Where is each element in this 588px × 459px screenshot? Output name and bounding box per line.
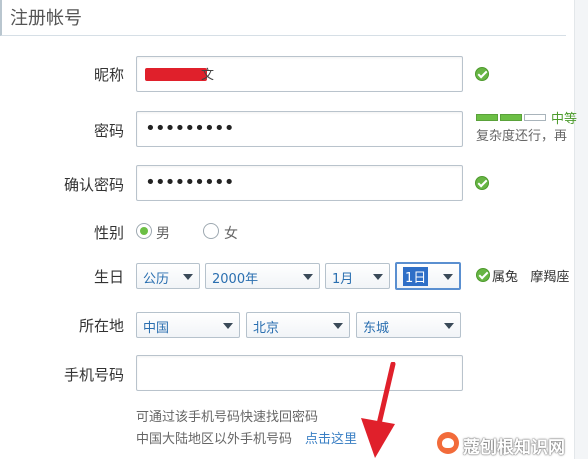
gender-label: 性别 — [93, 224, 124, 242]
birth-day-value: 1日 — [403, 267, 429, 286]
calendar-type-value: 公历 — [143, 272, 170, 287]
phone-label: 手机号码 — [63, 366, 124, 384]
confirm-valid-icon — [475, 176, 489, 190]
password-value: ••••••••• — [145, 118, 235, 139]
click-here-link[interactable]: 点击这里 — [305, 428, 357, 447]
chevron-down-icon — [373, 274, 383, 280]
gender-female-label[interactable]: 女 — [224, 223, 238, 243]
zodiac-animal: 属兔 — [492, 270, 519, 285]
phone-tip: 可通过该手机号码快速找回密码 — [136, 410, 319, 425]
province-value: 北京 — [253, 321, 280, 336]
watermark: 蔻刨根知识网 — [437, 430, 587, 458]
chevron-down-icon — [333, 323, 343, 329]
annotation-arrow-icon — [361, 362, 396, 458]
birth-year-select[interactable]: 2000年 — [205, 263, 320, 289]
location-label: 所在地 — [78, 317, 124, 335]
chevron-down-icon — [443, 274, 453, 280]
overseas-phone-tip: 中国大陆地区以外手机号码 — [136, 432, 293, 447]
district-value: 东城 — [363, 321, 390, 336]
chevron-down-icon — [223, 323, 233, 329]
birth-month-value: 1月 — [332, 272, 354, 287]
country-value: 中国 — [143, 321, 170, 336]
page-header: 注册帐号 — [0, 0, 566, 36]
birthday-label: 生日 — [93, 268, 124, 286]
province-select[interactable]: 北京 — [246, 312, 350, 338]
birth-month-select[interactable]: 1月 — [325, 263, 390, 289]
calendar-type-select[interactable]: 公历 — [136, 263, 200, 289]
phone-input[interactable] — [136, 355, 463, 391]
gender-female-radio[interactable] — [203, 223, 219, 239]
strength-segment-empty — [524, 114, 546, 121]
nickname-valid-icon — [475, 67, 489, 81]
page-title: 注册帐号 — [10, 8, 82, 29]
nickname-input[interactable]: 文 — [136, 56, 463, 92]
birth-day-select[interactable]: 1日 — [395, 262, 461, 290]
chevron-down-icon — [183, 274, 193, 280]
password-label: 密码 — [93, 122, 124, 140]
gender-male-label[interactable]: 男 — [156, 223, 170, 243]
password-input[interactable]: ••••••••• — [136, 111, 463, 147]
nickname-label: 昵称 — [93, 66, 124, 84]
birth-year-value: 2000年 — [212, 272, 259, 287]
zodiac-constellation: 摩羯座 — [530, 270, 570, 285]
strength-segment-filled — [476, 114, 498, 121]
strength-segment-filled — [500, 114, 522, 121]
confirm-password-input[interactable]: ••••••••• — [136, 165, 463, 201]
confirm-password-value: ••••••••• — [145, 172, 235, 193]
zodiac-info: 属兔 摩羯座 — [492, 266, 569, 285]
redaction-mark — [145, 68, 207, 81]
birthday-valid-icon — [476, 268, 490, 282]
country-select[interactable]: 中国 — [136, 312, 240, 338]
strength-hint: 复杂度还行，再 — [476, 129, 568, 144]
chevron-down-icon — [303, 274, 313, 280]
watermark-text: 蔻刨根知识网 — [463, 438, 565, 458]
nickname-value: 文 — [201, 68, 215, 83]
chevron-down-icon — [444, 323, 454, 329]
district-select[interactable]: 东城 — [356, 312, 461, 338]
right-scroll-strip — [574, 0, 588, 459]
watermark-logo-icon — [437, 432, 459, 454]
gender-male-radio[interactable] — [136, 223, 152, 239]
confirm-password-label: 确认密码 — [63, 176, 124, 194]
